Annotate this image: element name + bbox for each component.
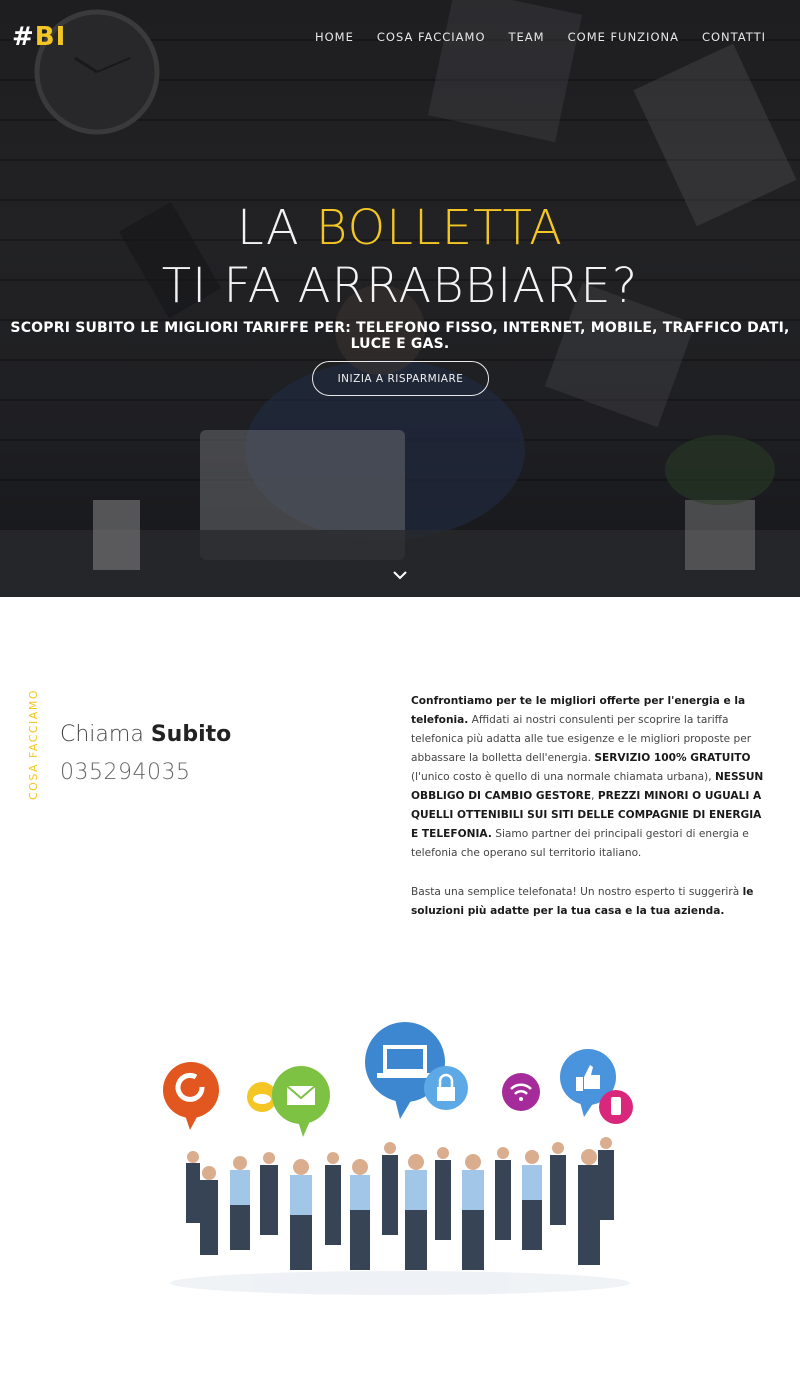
call-text: Basta una semplice telefonata! Un nostro… xyxy=(411,886,743,898)
start-saving-button[interactable]: INIZIA A RISPARMIARE xyxy=(312,361,489,396)
nav-home[interactable]: HOME xyxy=(315,30,354,44)
mobile-bubble-icon xyxy=(599,1090,633,1124)
description-paragraph-2: Basta una semplice telefonata! Un nostro… xyxy=(411,883,765,921)
hero-section: #BI HOME COSA FACCIAMO TEAM COME FUNZION… xyxy=(0,0,800,597)
site-logo[interactable]: #BI xyxy=(12,22,66,52)
call-strong: Subito xyxy=(150,722,232,747)
description-paragraph-1: Confrontiamo per te le migliori offerte … xyxy=(411,692,765,863)
wifi-bubble-icon xyxy=(502,1073,540,1111)
nav-team[interactable]: TEAM xyxy=(509,30,545,44)
hero-subtitle: SCOPRI SUBITO LE MIGLIORI TARIFFE PER: T… xyxy=(10,320,790,352)
phone-number[interactable]: 035294035 xyxy=(60,760,190,785)
mail-bubble-icon xyxy=(272,1066,330,1137)
separator-text: , xyxy=(591,790,598,802)
logo-letters: BI xyxy=(34,22,67,52)
nav-contatti[interactable]: CONTATTI xyxy=(702,30,766,44)
lock-bubble-icon xyxy=(424,1066,468,1110)
call-prefix: Chiama xyxy=(60,722,144,747)
chevron-down-icon[interactable] xyxy=(391,569,409,581)
headline-prefix: LA xyxy=(236,200,300,256)
headline-highlight: BOLLETTA xyxy=(315,200,564,256)
hero-headline-line2: TI FA ARRABBIARE? xyxy=(161,258,639,314)
business-people-illustration xyxy=(163,1022,633,1295)
description-text: Confrontiamo per te le migliori offerte … xyxy=(411,692,765,921)
hero-headline-line1: LA BOLLETTA xyxy=(0,200,800,256)
free-service-bold: SERVIZIO 100% GRATUITO xyxy=(594,752,751,764)
crowd-of-people xyxy=(170,1137,630,1295)
refresh-bubble-icon xyxy=(163,1062,219,1130)
nav-come-funziona[interactable]: COME FUNZIONA xyxy=(568,30,679,44)
nav-cosa-facciamo[interactable]: COSA FACCIAMO xyxy=(377,30,486,44)
cost-text: (l'unico costo è quello di una normale c… xyxy=(411,771,715,783)
call-now-heading: Chiama Subito xyxy=(60,722,231,747)
logo-hash: # xyxy=(12,22,35,52)
section-side-label: COSA FACCIAMO xyxy=(27,689,40,800)
main-nav: HOME COSA FACCIAMO TEAM COME FUNZIONA CO… xyxy=(315,30,766,44)
